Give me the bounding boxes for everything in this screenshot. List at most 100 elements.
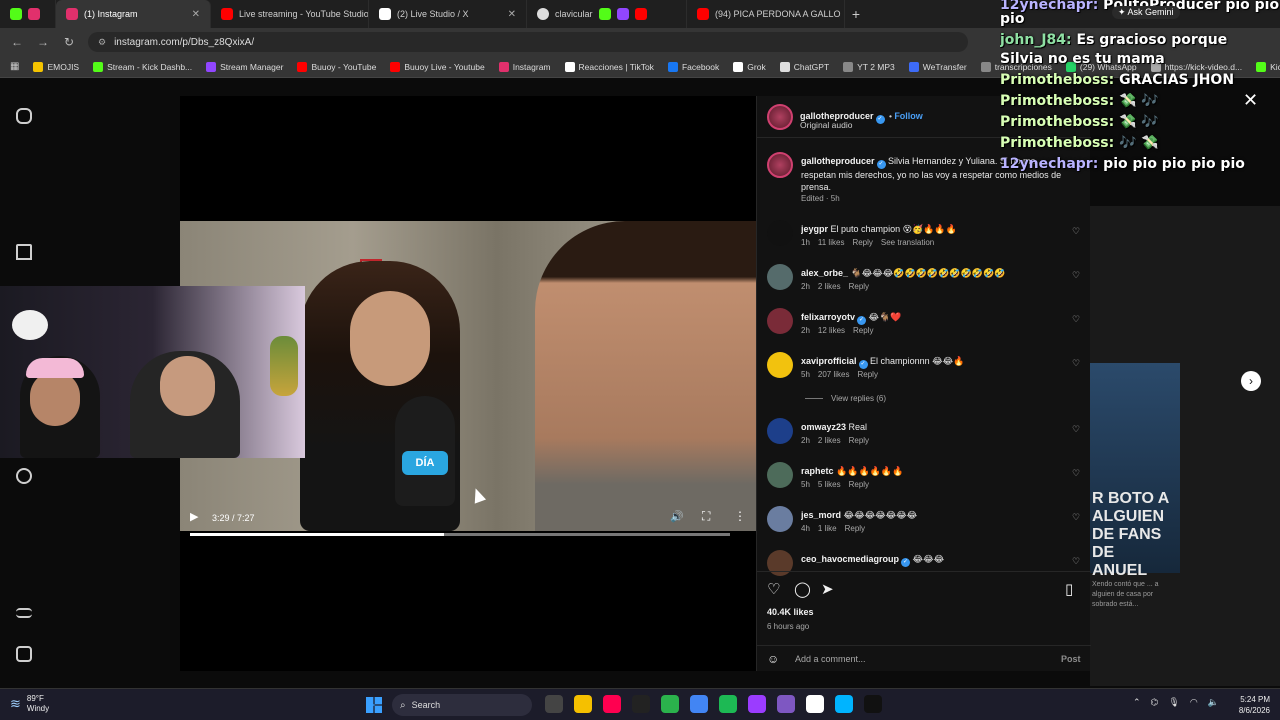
caption-avatar[interactable] (767, 152, 793, 178)
taskbar-app-icon[interactable] (574, 695, 592, 713)
bookmark-item[interactable]: Reacciones | TikTok (564, 61, 654, 72)
comment-likes[interactable]: 2 likes (818, 282, 841, 291)
back-arrow-icon[interactable]: ← (10, 35, 24, 49)
comment-like-heart-icon[interactable]: ♡ (1072, 314, 1080, 325)
taskbar-app-icon[interactable] (661, 695, 679, 713)
bookmark-item[interactable]: Buuoy - YouTube (297, 61, 376, 72)
wifi-icon[interactable]: ◠ (1190, 697, 1198, 708)
audio-label[interactable]: Original audio (800, 120, 852, 130)
instagram-logo-icon[interactable] (16, 108, 32, 124)
new-tab-button[interactable]: + (845, 6, 867, 22)
view-replies-button[interactable]: View replies (6) (805, 394, 886, 403)
comment-username[interactable]: alex_orbe_ (801, 268, 848, 278)
comment-avatar[interactable] (767, 308, 793, 334)
tab-group-icons[interactable] (0, 0, 56, 28)
comment-avatar[interactable] (767, 220, 793, 246)
comment-likes[interactable]: 5 likes (818, 480, 841, 489)
comment-likes[interactable]: 207 likes (818, 370, 850, 379)
close-icon[interactable]: ✕ (508, 9, 516, 20)
add-comment-input[interactable]: Add a comment... (795, 654, 866, 664)
tab-x-live-studio[interactable]: (2) Live Studio / X ✕ (369, 0, 527, 28)
comment-username[interactable]: ceo_havocmediagroup (801, 554, 899, 564)
tab-youtube-video[interactable]: (94) PICA PERDONA A GALLO ✕ (687, 0, 845, 28)
forward-arrow-icon[interactable]: → (36, 35, 50, 49)
comment-like-heart-icon[interactable]: ♡ (1072, 512, 1080, 523)
comment-username[interactable]: xaviprofficial (801, 356, 857, 366)
comment-username[interactable]: jeygpr (801, 224, 828, 234)
comment-likes[interactable]: 11 likes (818, 238, 845, 247)
play-icon[interactable]: ▶ (190, 510, 198, 523)
comment-likes[interactable]: 2 likes (818, 436, 841, 445)
comment-reply-button[interactable]: Reply (857, 370, 877, 379)
microphone-icon[interactable]: 🎙 (1168, 697, 1179, 708)
share-icon[interactable]: ➤ (821, 580, 834, 598)
weather-widget[interactable]: ≋ 89°F Windy (10, 694, 49, 714)
taskbar-app-icon[interactable] (835, 695, 853, 713)
tab-clavicular[interactable]: clavicular (527, 0, 687, 28)
comment-avatar[interactable] (767, 506, 793, 532)
comment-reply-button[interactable]: Reply (845, 524, 865, 533)
tab-youtube-studio[interactable]: Live streaming - YouTube Studio ✕ (211, 0, 369, 28)
comment-like-heart-icon[interactable]: ♡ (1072, 226, 1080, 237)
taskbar-app-icon[interactable] (748, 695, 766, 713)
system-clock[interactable]: 5:24 PM 8/6/2026 (1230, 694, 1270, 716)
home-icon[interactable] (16, 244, 32, 260)
taskbar-app-icon[interactable] (806, 695, 824, 713)
bookmark-item[interactable]: Stream Manager (206, 61, 283, 72)
comment-reply-button[interactable]: Reply (849, 436, 869, 445)
comment-avatar[interactable] (767, 418, 793, 444)
menu-icon[interactable] (16, 608, 32, 618)
taskbar-app-icon[interactable] (603, 695, 621, 713)
comment-username[interactable]: omwayz23 (801, 422, 846, 432)
site-info-icon[interactable]: ⚙ (98, 37, 106, 48)
bookmark-item[interactable]: Instagram (498, 61, 551, 72)
bookmark-item[interactable]: Grok (733, 61, 766, 72)
volume-icon[interactable]: 🔊 (670, 510, 684, 523)
comment-avatar[interactable] (767, 462, 793, 488)
post-comment-button[interactable]: Post (1061, 654, 1081, 664)
comment-reply-button[interactable]: Reply (849, 282, 869, 291)
taskbar-app-icon[interactable] (864, 695, 882, 713)
comment-likes[interactable]: 12 likes (818, 326, 845, 335)
chevron-up-icon[interactable]: ⌃ (1133, 697, 1141, 708)
comment-like-heart-icon[interactable]: ♡ (1072, 358, 1080, 369)
windows-start-icon[interactable] (366, 697, 382, 713)
comment-icon[interactable]: ◯ (794, 580, 811, 598)
next-post-arrow-icon[interactable]: › (1241, 371, 1261, 391)
fullscreen-icon[interactable]: ⛶ (702, 509, 710, 524)
taskbar-app-icon[interactable] (545, 695, 563, 713)
comment-like-heart-icon[interactable]: ♡ (1072, 556, 1080, 567)
tab-instagram[interactable]: (1) Instagram ✕ (56, 0, 211, 28)
comment-username[interactable]: raphetc (801, 466, 834, 476)
close-icon[interactable]: ✕ (192, 9, 200, 20)
author-avatar[interactable] (767, 104, 793, 130)
bookmark-item[interactable]: EMOJIS (33, 61, 79, 72)
comment-avatar[interactable] (767, 352, 793, 378)
taskbar-search[interactable]: ⌕ Search (392, 694, 532, 716)
taskbar-app-icon[interactable] (632, 695, 650, 713)
comment-reply-button[interactable]: Reply (849, 480, 869, 489)
threads-icon[interactable] (16, 468, 32, 484)
heart-icon[interactable]: ♡ (767, 580, 780, 598)
comment-like-heart-icon[interactable]: ♡ (1072, 270, 1080, 281)
bookmark-item[interactable]: Facebook (667, 61, 719, 72)
taskbar-app-icon[interactable] (777, 695, 795, 713)
likes-count[interactable]: 40.4K likes (767, 607, 814, 617)
apps-grid-icon[interactable]: ▦ (10, 61, 19, 72)
url-input[interactable]: ⚙ instagram.com/p/Dbs_z8QxixA/ (88, 32, 968, 52)
see-translation-button[interactable]: See translation (881, 238, 934, 247)
more-options-icon[interactable]: ⋮ (734, 509, 746, 523)
emoji-icon[interactable]: ☺ (767, 652, 779, 666)
network-icon[interactable]: ⌬ (1151, 697, 1159, 708)
comment-reply-button[interactable]: Reply (853, 326, 873, 335)
taskbar-app-icon[interactable] (690, 695, 708, 713)
comment-username[interactable]: jes_mord (801, 510, 841, 520)
follow-button[interactable]: Follow (894, 111, 923, 121)
more-apps-icon[interactable] (16, 646, 32, 662)
reload-icon[interactable]: ↻ (62, 35, 76, 49)
comment-username[interactable]: felixarroyotv (801, 312, 855, 322)
video-seek-bar[interactable] (190, 533, 730, 536)
ask-gemini-button[interactable]: ✦ Ask Gemini (1112, 6, 1180, 19)
comment-like-heart-icon[interactable]: ♡ (1072, 424, 1080, 435)
comment-likes[interactable]: 1 like (818, 524, 837, 533)
